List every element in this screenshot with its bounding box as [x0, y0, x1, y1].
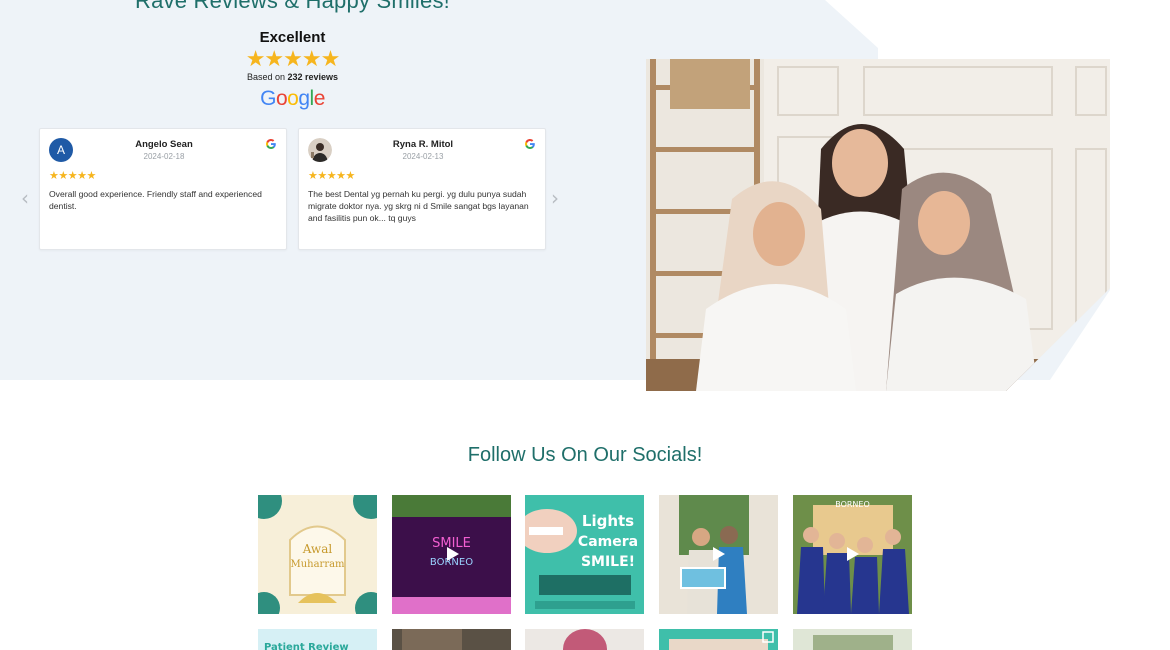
carousel-prev-arrow-icon[interactable]: ‹ — [21, 186, 29, 210]
svg-text:Awal: Awal — [302, 542, 333, 556]
google-g-icon — [525, 139, 535, 149]
svg-text:Muharram: Muharram — [290, 559, 345, 570]
post-image: SMILE BORNEO — [392, 495, 511, 614]
instagram-post-tile[interactable] — [392, 629, 511, 650]
reviewer-name: Ryna R. Mitol — [392, 139, 454, 150]
post-image — [659, 495, 778, 614]
review-stars: ★★★★★ — [308, 169, 355, 182]
review-date: 2024-02-13 — [402, 152, 444, 161]
post-image — [793, 629, 912, 650]
instagram-post-tile[interactable] — [793, 629, 912, 650]
review-card: A Angelo Sean 2024-02-18 ★★★★★ Overall g… — [39, 128, 287, 250]
google-g-icon — [266, 139, 276, 149]
svg-text:SMILE!: SMILE! — [581, 554, 635, 570]
svg-text:BORNEO: BORNEO — [430, 557, 473, 568]
post-image — [525, 629, 644, 650]
overall-rating-stars: ★★★★★ — [245, 47, 341, 72]
google-logo: Google — [260, 87, 325, 110]
instagram-post-tile[interactable] — [659, 629, 778, 650]
svg-text:Patient Review: Patient Review — [264, 642, 349, 650]
review-text: Overall good experience. Friendly staff … — [49, 189, 262, 211]
instagram-post-tile[interactable]: Awal Muharram — [258, 495, 377, 614]
instagram-post-tile[interactable] — [659, 495, 778, 614]
post-image — [392, 629, 511, 650]
svg-text:Camera: Camera — [578, 534, 638, 550]
instagram-post-tile[interactable]: SMILE BORNEO — [392, 495, 511, 614]
post-image: Awal Muharram — [258, 495, 377, 614]
team-photo — [646, 59, 1110, 391]
post-image — [659, 629, 778, 650]
review-stars: ★★★★★ — [49, 169, 96, 182]
instagram-post-tile[interactable]: Patient Review — [258, 629, 377, 650]
reviewer-name: Angelo Sean — [135, 139, 193, 150]
review-card: Ryna R. Mitol 2024-02-13 ★★★★★ The best … — [298, 128, 546, 250]
review-count-text: Based on 232 reviews — [0, 72, 585, 82]
review-date: 2024-02-18 — [143, 152, 185, 161]
svg-text:Lights: Lights — [582, 512, 634, 530]
svg-text:BORNEO: BORNEO — [835, 500, 870, 509]
reviews-heading: Rave Reviews & Happy Smiles! — [135, 0, 450, 13]
instagram-post-tile[interactable] — [525, 629, 644, 650]
carousel-next-arrow-icon[interactable]: › — [551, 186, 559, 210]
overall-rating-label: Excellent — [259, 29, 326, 46]
socials-heading: Follow Us On Our Socials! — [467, 444, 703, 466]
instagram-post-tile[interactable]: Lights Camera SMILE! — [525, 495, 644, 614]
post-image: BORNEO — [793, 495, 912, 614]
review-count: 232 reviews — [287, 72, 339, 82]
review-count-prefix: Based on — [246, 72, 288, 82]
svg-text:SMILE: SMILE — [432, 536, 471, 551]
review-text: The best Dental yg pernah ku pergi. yg d… — [308, 189, 529, 223]
instagram-post-tile[interactable]: BORNEO — [793, 495, 912, 614]
post-image: Patient Review — [258, 629, 377, 650]
post-image: Lights Camera SMILE! — [525, 495, 644, 614]
page: Rave Reviews & Happy Smiles! Excellent ★… — [0, 0, 1170, 650]
